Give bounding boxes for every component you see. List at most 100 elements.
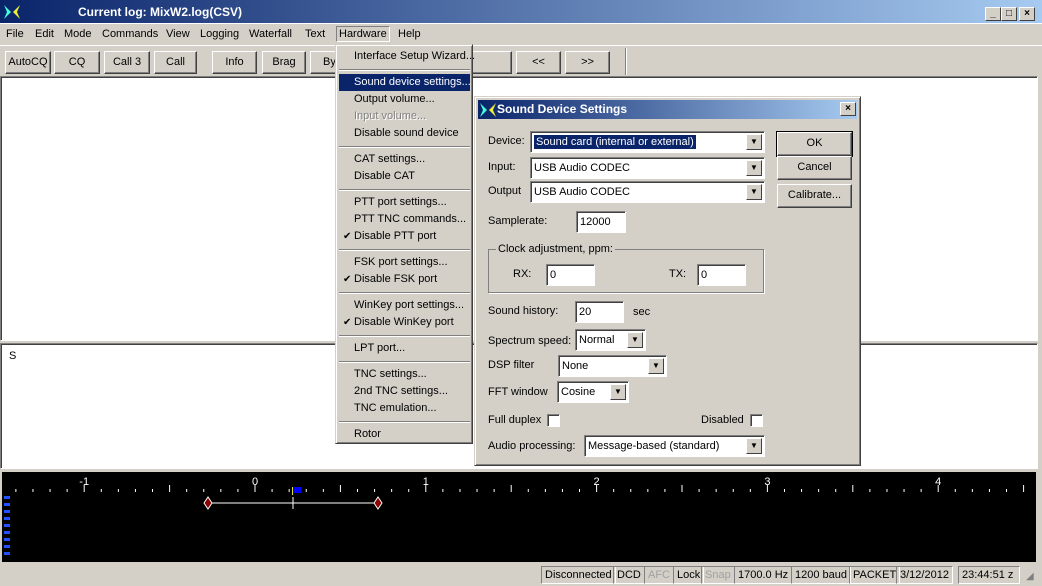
level-indicator — [4, 524, 10, 527]
menu-waterfall[interactable]: Waterfall — [247, 27, 294, 43]
chevron-down-icon[interactable]: ▼ — [746, 134, 762, 150]
scale-label: 0 — [252, 476, 258, 488]
sound-history-unit: sec — [633, 306, 651, 318]
app-logo-icon — [4, 5, 20, 19]
close-button[interactable]: × — [1019, 7, 1035, 21]
menu-item[interactable]: PTT TNC commands... — [339, 211, 470, 228]
menu-logging[interactable]: Logging — [198, 27, 241, 43]
spectrum-speed-select[interactable]: Normal ▼ — [575, 329, 646, 351]
maximize-button[interactable]: □ — [1001, 7, 1017, 21]
tx-ppm-input[interactable]: 0 — [697, 264, 746, 286]
sound-history-input[interactable]: 20 — [575, 301, 624, 323]
dsp-filter-value: None — [562, 360, 589, 372]
menu-item[interactable]: PTT port settings... — [339, 194, 470, 211]
status-lock[interactable]: Lock — [673, 566, 705, 584]
menu-item-label: LPT port... — [354, 342, 406, 354]
device-select[interactable]: Sound card (internal or external) ▼ — [530, 131, 765, 153]
window-title: Current log: MixW2.log(CSV) — [78, 5, 242, 19]
samplerate-input[interactable]: 12000 — [576, 211, 626, 233]
menu-item[interactable]: Sound device settings... — [339, 74, 471, 91]
chevron-down-icon[interactable]: ▼ — [746, 184, 762, 200]
status-afc[interactable]: AFC — [644, 566, 674, 584]
waterfall[interactable]: -1 0 1 2 3 4 — [2, 472, 1036, 562]
chevron-down-icon[interactable]: ▼ — [746, 160, 762, 176]
brag-button[interactable]: Brag — [262, 51, 306, 74]
menu-item-label: Disable FSK port — [354, 273, 438, 285]
level-indicator — [4, 552, 10, 555]
menu-help[interactable]: Help — [396, 27, 423, 43]
menu-item[interactable]: Disable CAT — [339, 168, 470, 185]
menu-hardware[interactable]: Hardware — [336, 26, 390, 42]
audio-processing-label: Audio processing: — [488, 440, 576, 452]
status-mode[interactable]: PACKET — [849, 566, 901, 584]
device-label: Device: — [488, 135, 525, 147]
status-frequency[interactable]: 1700.0 Hz — [734, 566, 793, 584]
status-date: 3/12/2012 — [896, 566, 953, 584]
chevron-down-icon[interactable]: ▼ — [648, 358, 664, 374]
menu-file[interactable]: File — [4, 27, 26, 43]
dialog-title: Sound Device Settings — [497, 102, 628, 116]
disabled-checkbox[interactable] — [750, 414, 763, 427]
menu-item-label: CAT settings... — [354, 153, 426, 165]
cq-button[interactable]: CQ — [54, 51, 100, 74]
prev-button[interactable]: << — [516, 51, 561, 74]
menu-commands[interactable]: Commands — [100, 27, 160, 43]
menu-item-label: PTT port settings... — [354, 196, 447, 208]
menu-item[interactable]: FSK port settings... — [339, 254, 470, 271]
menu-separator — [339, 335, 470, 337]
level-indicator — [4, 531, 10, 534]
menu-item[interactable]: Interface Setup Wizard... — [339, 48, 475, 65]
checkmark-icon: ✔ — [343, 317, 352, 328]
menu-item[interactable]: LPT port... — [339, 340, 470, 357]
menu-item[interactable]: Rotor — [339, 426, 470, 443]
menu-item[interactable]: ✔ Disable WinKey port — [339, 314, 470, 331]
menu-item[interactable]: Disable sound device — [339, 125, 470, 142]
waterfall-scale[interactable]: -1 0 1 2 3 4 — [2, 472, 1036, 562]
menu-item[interactable]: WinKey port settings... — [339, 297, 470, 314]
menu-edit[interactable]: Edit — [33, 27, 56, 43]
checkmark-icon: ✔ — [343, 274, 352, 285]
menu-mode[interactable]: Mode — [62, 27, 94, 43]
status-dcd[interactable]: DCD — [613, 566, 645, 584]
resize-grip-icon[interactable]: ◢ — [1026, 571, 1034, 582]
cancel-button[interactable]: Cancel — [777, 156, 852, 180]
menu-item-label: TNC emulation... — [354, 402, 437, 414]
status-baud[interactable]: 1200 baud — [791, 566, 851, 584]
autocq-button[interactable]: AutoCQ — [5, 51, 51, 74]
calibrate-button[interactable]: Calibrate... — [777, 184, 852, 208]
full-duplex-checkbox[interactable] — [547, 414, 560, 427]
status-snap[interactable]: Snap — [701, 566, 735, 584]
menu-view[interactable]: View — [164, 27, 192, 43]
dsp-filter-select[interactable]: None ▼ — [558, 355, 667, 377]
menu-item[interactable]: TNC settings... — [339, 366, 470, 383]
ok-button[interactable]: OK — [776, 131, 853, 157]
chevron-down-icon[interactable]: ▼ — [627, 332, 643, 348]
audio-processing-select[interactable]: Message-based (standard) ▼ — [584, 435, 765, 457]
menu-item[interactable]: CAT settings... — [339, 151, 470, 168]
chevron-down-icon[interactable]: ▼ — [746, 438, 762, 454]
call-button[interactable]: Call — [154, 51, 197, 74]
call3-button[interactable]: Call 3 — [104, 51, 150, 74]
output-label: Output — [488, 185, 522, 197]
output-select[interactable]: USB Audio CODEC ▼ — [530, 181, 765, 203]
input-select[interactable]: USB Audio CODEC ▼ — [530, 157, 765, 179]
menu-item[interactable]: ✔ Disable FSK port — [339, 271, 470, 288]
title-bar: Current log: MixW2.log(CSV) _ □ × — [0, 0, 1042, 24]
status-time: 23:44:51 z — [958, 566, 1020, 584]
menu-text[interactable]: Text — [303, 27, 327, 43]
menu-item[interactable]: TNC emulation... — [339, 400, 470, 417]
sound-device-settings-dialog: Sound Device Settings × Device: Sound ca… — [474, 96, 861, 466]
level-indicator — [4, 510, 10, 513]
rx-ppm-input[interactable]: 0 — [546, 264, 595, 286]
info-button[interactable]: Info — [212, 51, 257, 74]
dialog-close-button[interactable]: × — [840, 102, 856, 116]
menu-item[interactable]: ✔ Disable PTT port — [339, 228, 470, 245]
minimize-button[interactable]: _ — [985, 7, 1001, 21]
menu-item[interactable]: 2nd TNC settings... — [339, 383, 470, 400]
menu-item[interactable]: Output volume... — [339, 91, 470, 108]
chevron-down-icon[interactable]: ▼ — [610, 384, 626, 400]
fft-window-select[interactable]: Cosine ▼ — [557, 381, 629, 403]
menu-item-label: FSK port settings... — [354, 256, 448, 268]
bandwidth-handle-icon — [373, 496, 383, 510]
next-button[interactable]: >> — [565, 51, 610, 74]
